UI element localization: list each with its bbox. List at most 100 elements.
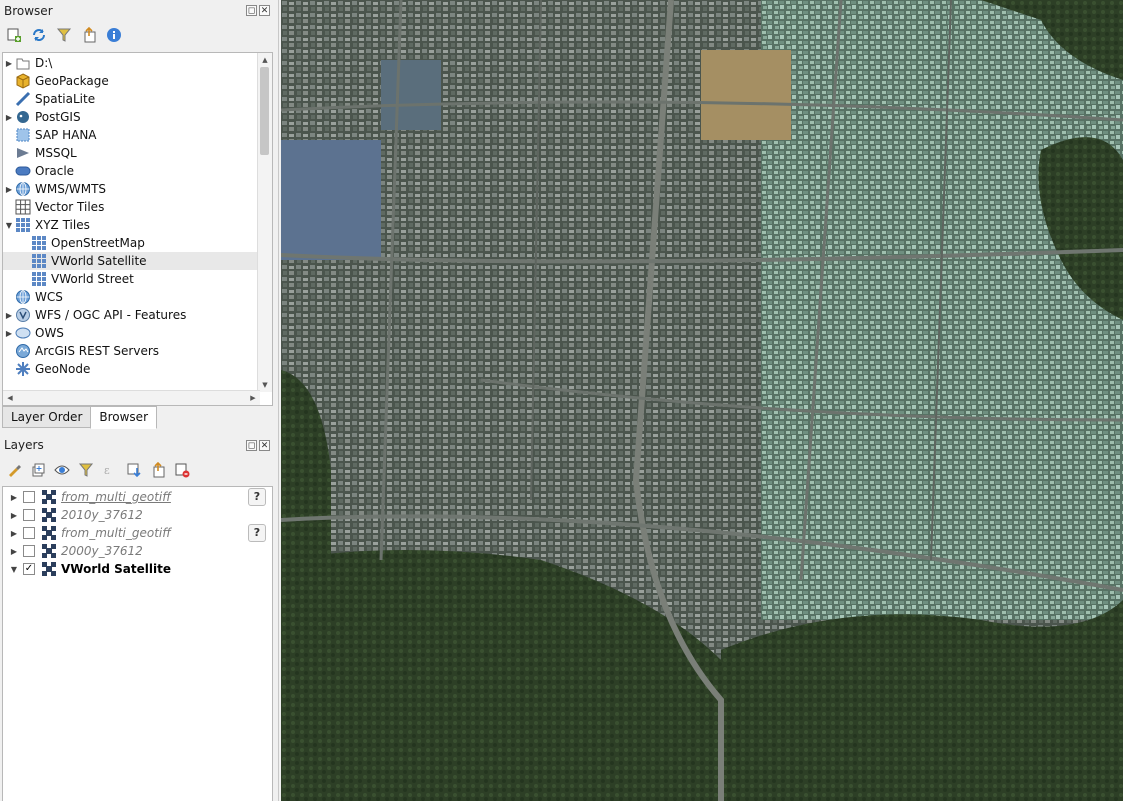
layer-name: from_multi_geotiff <box>61 526 171 540</box>
collapse-arrow-icon[interactable]: ▼ <box>5 560 23 578</box>
browser-item[interactable]: Vector Tiles <box>3 198 260 216</box>
layer-visibility-checkbox[interactable] <box>23 509 35 521</box>
browser-item[interactable]: VWorld Satellite <box>3 252 272 270</box>
filter-icon[interactable] <box>54 25 74 45</box>
browser-item-label: XYZ Tiles <box>35 218 90 232</box>
map-canvas[interactable] <box>281 0 1123 801</box>
layer-visibility-checkbox[interactable] <box>23 491 35 503</box>
raster-layer-icon <box>41 543 57 559</box>
scroll-up-icon[interactable]: ▲ <box>260 55 270 65</box>
browser-item[interactable]: GeoPackage <box>3 72 260 90</box>
collapse-arrow-icon[interactable]: ▼ <box>3 216 15 234</box>
browser-item[interactable]: ▶ PostGIS <box>3 108 260 126</box>
expand-arrow-icon[interactable]: ▶ <box>5 524 23 542</box>
browser-item[interactable]: ▼ XYZ Tiles <box>3 216 260 234</box>
browser-item[interactable]: SAP HANA <box>3 126 260 144</box>
refresh-icon[interactable] <box>29 25 49 45</box>
browser-item-label: GeoNode <box>35 362 91 376</box>
browser-item[interactable]: MSSQL <box>3 144 260 162</box>
browser-item-label: WFS / OGC API - Features <box>35 308 187 322</box>
float-panel-icon[interactable]: ◻ <box>246 440 257 451</box>
expand-arrow-icon[interactable]: ▶ <box>5 542 23 560</box>
expand-arrow-icon[interactable]: ▶ <box>3 108 15 126</box>
scroll-down-icon[interactable]: ▼ <box>260 380 270 390</box>
layer-visibility-checkbox[interactable]: ✓ <box>23 563 35 575</box>
remove-layer-icon[interactable] <box>172 460 192 480</box>
layer-item[interactable]: ▼ ✓ VWorld Satellite <box>3 560 272 578</box>
expand-arrow-icon[interactable]: ▶ <box>3 306 15 324</box>
layers-tree[interactable]: ▶ from_multi_geotiff? ▶ 2010y_37612 ▶ from_mu… <box>2 486 273 801</box>
expand-arrow-icon[interactable]: ▶ <box>3 324 15 342</box>
browser-item[interactable]: ▶ WFS / OGC API - Features <box>3 306 260 324</box>
layer-item[interactable]: ▶ from_multi_geotiff? <box>3 488 272 506</box>
float-panel-icon[interactable]: ◻ <box>246 5 257 16</box>
tab-browser[interactable]: Browser <box>90 406 158 429</box>
expand-all-icon[interactable] <box>124 460 144 480</box>
layer-visibility-checkbox[interactable] <box>23 545 35 557</box>
browser-panel-title: Browser <box>4 4 53 18</box>
browser-item-label: MSSQL <box>35 146 77 160</box>
layer-item[interactable]: ▶ 2000y_37612 <box>3 542 272 560</box>
browser-toolbar <box>4 24 124 46</box>
browser-tree[interactable]: ▶ D:\ GeoPackage SpatiaLite ▶ PostGIS SAP HANA… <box>2 52 273 406</box>
info-icon[interactable] <box>104 25 124 45</box>
browser-item-label: GeoPackage <box>35 74 109 88</box>
expand-arrow-icon[interactable]: ▶ <box>3 180 15 198</box>
browser-item-label: Vector Tiles <box>35 200 105 214</box>
raster-layer-icon <box>41 525 57 541</box>
add-layer-icon[interactable] <box>4 25 24 45</box>
browser-vertical-scrollbar[interactable]: ▲ ▼ <box>257 53 272 392</box>
browser-horizontal-scrollbar[interactable]: ◀ ▶ <box>3 390 260 405</box>
layers-title-buttons: ◻ ✕ <box>246 440 272 452</box>
unknown-crs-warning-icon[interactable]: ? <box>248 488 266 506</box>
tab-layer-order[interactable]: Layer Order <box>2 406 92 428</box>
scroll-thumb[interactable] <box>260 67 269 155</box>
scroll-right-icon[interactable]: ▶ <box>248 393 258 403</box>
layer-item[interactable]: ▶ 2010y_37612 <box>3 506 272 524</box>
unknown-crs-warning-icon[interactable]: ? <box>248 524 266 542</box>
browser-item-label: SAP HANA <box>35 128 97 142</box>
layer-visibility-checkbox[interactable] <box>23 527 35 539</box>
browser-item-label: D:\ <box>35 56 53 70</box>
collapse-all-icon[interactable] <box>148 460 168 480</box>
style-icon[interactable] <box>4 460 24 480</box>
expression-filter-icon[interactable]: ε <box>100 460 120 480</box>
expand-arrow-icon[interactable]: ▶ <box>3 54 15 72</box>
collapse-all-icon[interactable] <box>79 25 99 45</box>
expand-arrow-icon[interactable]: ▶ <box>5 488 23 506</box>
add-group-icon[interactable] <box>28 460 48 480</box>
browser-title-buttons: ◻ ✕ <box>246 5 272 17</box>
filter-legend-icon[interactable] <box>76 460 96 480</box>
browser-item[interactable]: VWorld Street <box>3 270 272 288</box>
left-dock: Browser ◻ ✕ ▶ D:\ GeoPackage SpatiaLite ▶ Pos… <box>0 0 279 801</box>
browser-item[interactable]: ArcGIS REST Servers <box>3 342 260 360</box>
browser-item-label: OpenStreetMap <box>51 236 145 250</box>
browser-item[interactable]: Oracle <box>3 162 260 180</box>
browser-item-label: WMS/WMTS <box>35 182 107 196</box>
browser-item[interactable]: OpenStreetMap <box>3 234 272 252</box>
layer-item[interactable]: ▶ from_multi_geotiff? <box>3 524 272 542</box>
browser-item[interactable]: WCS <box>3 288 260 306</box>
mssql-icon <box>15 145 31 161</box>
browser-item[interactable]: ▶ D:\ <box>3 54 260 72</box>
browser-item-label: ArcGIS REST Servers <box>35 344 160 358</box>
browser-item[interactable]: ▶ OWS <box>3 324 260 342</box>
browser-item[interactable]: SpatiaLite <box>3 90 260 108</box>
layer-name: VWorld Satellite <box>61 562 171 576</box>
browser-item[interactable]: GeoNode <box>3 360 260 378</box>
expand-arrow-icon[interactable]: ▶ <box>5 506 23 524</box>
geonode-icon <box>15 361 31 377</box>
close-panel-icon[interactable]: ✕ <box>259 5 270 16</box>
close-panel-icon[interactable]: ✕ <box>259 440 270 451</box>
browser-item-label: VWorld Street <box>51 272 134 286</box>
scroll-left-icon[interactable]: ◀ <box>5 393 15 403</box>
visibility-icon[interactable] <box>52 460 72 480</box>
browser-item[interactable]: ▶ WMS/WMTS <box>3 180 260 198</box>
